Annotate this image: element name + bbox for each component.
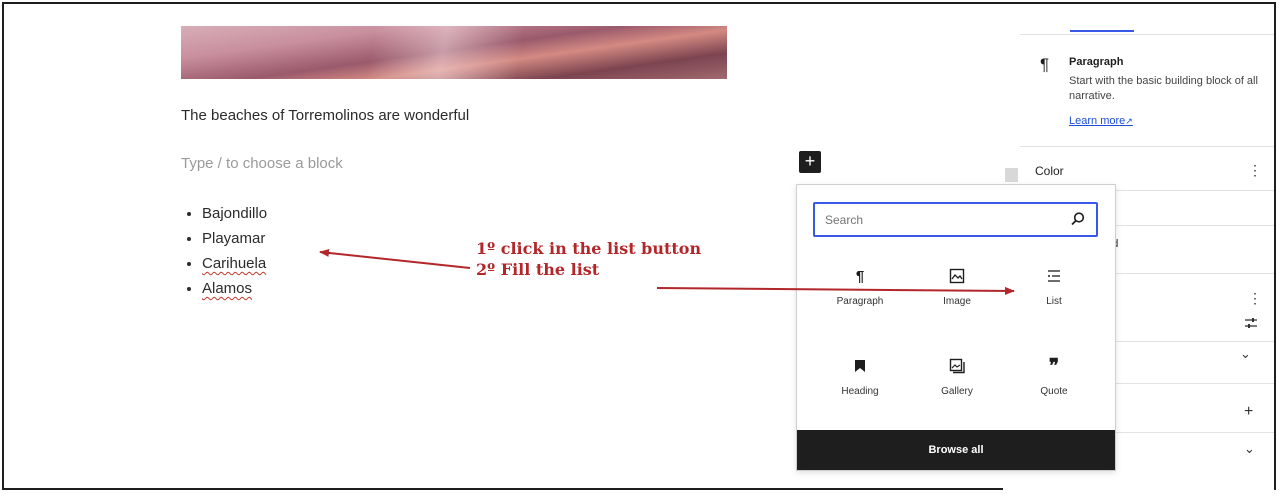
arrow-to-list-icon	[319, 248, 471, 269]
annotation-arrows	[319, 248, 1015, 295]
arrow-to-list-button-icon	[656, 286, 1015, 295]
